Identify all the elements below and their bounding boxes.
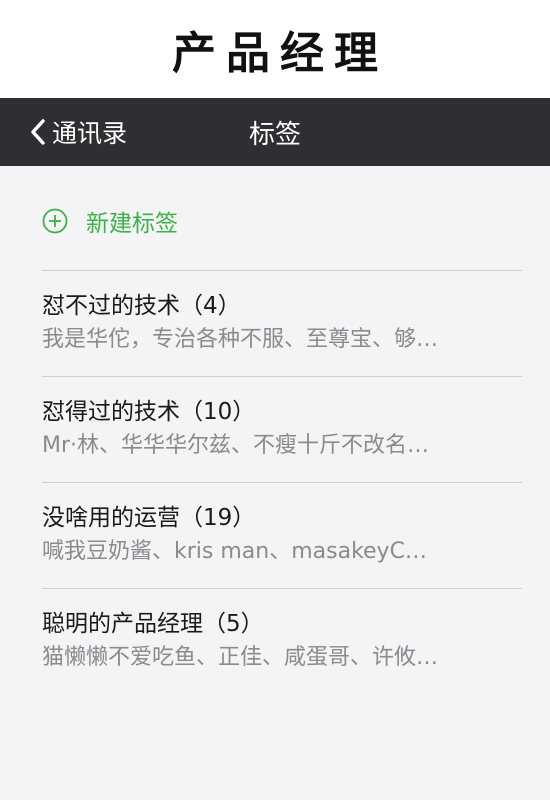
tag-page-content: 新建标签 怼不过的技术（4） 我是华佗，专治各种不服、至尊宝、够… 怼得过的技术… <box>0 166 550 800</box>
tag-members: Mr·林、华华华尔兹、不瘦十斤不改名… <box>42 433 430 458</box>
caption-title: 产品经理 <box>172 28 388 79</box>
tag-list-item[interactable]: 怼不过的技术（4） 我是华佗，专治各种不服、至尊宝、够… <box>42 270 522 376</box>
tag-list-item[interactable]: 怼得过的技术（10） Mr·林、华华华尔兹、不瘦十斤不改名… <box>42 376 522 482</box>
tag-members: 喊我豆奶酱、kris man、masakeyC… <box>42 539 427 564</box>
tag-title: 怼不过的技术（4） <box>42 293 241 319</box>
plus-circle-icon <box>42 208 68 234</box>
navigation-bar: 通讯录 标签 <box>0 98 550 166</box>
new-tag-button[interactable]: 新建标签 <box>42 204 178 238</box>
tag-members: 我是华佗，专治各种不服、至尊宝、够… <box>42 327 439 352</box>
page-title: 标签 <box>248 119 301 150</box>
tag-title: 怼得过的技术（10） <box>42 399 256 425</box>
tag-list-item[interactable]: 没啥用的运营（19） 喊我豆奶酱、kris man、masakeyC… <box>42 482 522 588</box>
tag-list: 怼不过的技术（4） 我是华佗，专治各种不服、至尊宝、够… 怼得过的技术（10） … <box>42 270 522 694</box>
tag-members: 猫懒懒不爱吃鱼、正佳、咸蛋哥、许攸… <box>42 645 439 670</box>
caption-banner: 产品经理 <box>0 0 550 98</box>
new-tag-label: 新建标签 <box>86 211 178 237</box>
tag-list-item[interactable]: 聪明的产品经理（5） 猫懒懒不爱吃鱼、正佳、咸蛋哥、许攸… <box>42 588 522 694</box>
tag-title: 没啥用的运营（19） <box>42 505 256 531</box>
tag-title: 聪明的产品经理（5） <box>42 611 264 637</box>
